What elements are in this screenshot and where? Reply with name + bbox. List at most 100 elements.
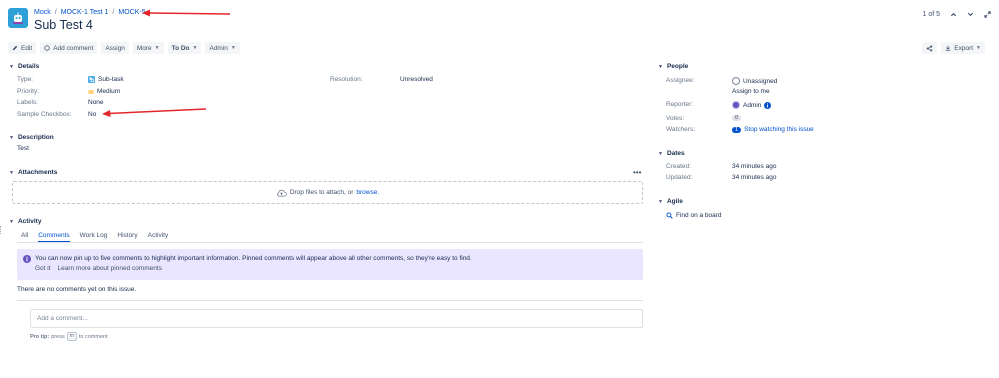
info-actions: Got it Learn more about pinned comments: [35, 265, 162, 272]
updated-label: Updated:: [666, 174, 693, 181]
breadcrumb-separator: /: [112, 9, 115, 16]
description-section-toggle[interactable]: ▼ Description: [9, 134, 54, 141]
activity-heading: Activity: [17, 218, 42, 225]
export-label: Export: [954, 44, 974, 52]
page-title[interactable]: Sub Test 4: [34, 18, 93, 32]
activity-section-toggle[interactable]: ▼ Activity: [9, 218, 41, 225]
browse-link[interactable]: browse.: [356, 189, 379, 196]
chevron-down-icon: ▼: [154, 45, 160, 51]
share-button[interactable]: [922, 42, 938, 54]
watchers-value[interactable]: 1 Stop watching this issue: [732, 126, 814, 133]
pro-tip-press: press: [51, 333, 65, 340]
attachments-section-toggle[interactable]: ▼ Attachments: [9, 169, 57, 176]
tab-activity[interactable]: Activity: [148, 232, 169, 242]
resolution-label: Resolution:: [330, 76, 363, 83]
description-heading: Description: [17, 134, 54, 141]
pinned-comments-info: You can now pin up to five comments to h…: [17, 249, 643, 280]
learn-more-link[interactable]: Learn more about pinned comments: [58, 265, 162, 272]
agile-section-toggle[interactable]: ▼ Agile: [658, 198, 683, 205]
assignee-value[interactable]: Unassigned: [732, 77, 777, 85]
share-icon: [926, 45, 933, 51]
cloud-upload-icon: [276, 189, 287, 196]
assign-to-me-link[interactable]: Assign to me: [732, 88, 770, 95]
more-options-icon[interactable]: •••: [633, 168, 641, 177]
add-comment-input[interactable]: Add a comment...: [30, 309, 643, 328]
people-heading: People: [666, 63, 689, 70]
breadcrumb-project-link[interactable]: Mock: [34, 9, 51, 16]
chevron-down-icon: ▼: [658, 150, 663, 157]
chevron-down-icon: ▼: [658, 63, 663, 70]
breadcrumb-parent-link[interactable]: MOCK-1 Test 1: [61, 9, 109, 16]
got-it-button[interactable]: Got it: [35, 265, 51, 272]
chevron-down-icon: ▼: [976, 45, 981, 51]
drop-text: Drop files to attach, or: [289, 189, 354, 196]
breadcrumb: Mock / MOCK-1 Test 1 / MOCK-5: [34, 9, 146, 16]
sample-checkbox-value[interactable]: No: [88, 111, 96, 118]
status-todo-button[interactable]: To Do ▼: [167, 42, 202, 54]
dates-section-toggle[interactable]: ▼ Dates: [658, 150, 685, 157]
comment-icon: [44, 45, 50, 51]
details-section-toggle[interactable]: ▼ Details: [9, 63, 39, 70]
chevron-down-icon[interactable]: [967, 11, 974, 18]
edit-button[interactable]: Edit: [8, 42, 37, 54]
type-value[interactable]: Sub-task: [88, 76, 124, 83]
subtask-icon: [88, 76, 95, 83]
tab-all[interactable]: All: [21, 232, 28, 242]
keyboard-key: m: [66, 332, 77, 341]
tab-history[interactable]: History: [117, 232, 137, 242]
assign-button[interactable]: Assign: [101, 42, 129, 54]
export-button[interactable]: Export ▼: [941, 42, 985, 54]
chevron-down-icon: ▼: [9, 63, 14, 70]
stop-watching-link[interactable]: Stop watching this issue: [744, 126, 814, 133]
votes-value[interactable]: 0: [732, 115, 742, 121]
comment-placeholder: Add a comment...: [37, 315, 88, 322]
divider: [17, 300, 643, 301]
created-label: Created:: [666, 163, 691, 170]
tab-work-log[interactable]: Work Log: [80, 232, 108, 242]
find-on-board-link[interactable]: Find on a board: [666, 212, 722, 219]
project-avatar-icon[interactable]: [8, 8, 28, 28]
labels-value[interactable]: None: [88, 99, 104, 106]
annotation-arrow: [142, 9, 231, 17]
dates-heading: Dates: [666, 150, 685, 157]
info-text: You can now pin up to five comments to h…: [35, 255, 472, 262]
description-text[interactable]: Test: [17, 145, 29, 152]
created-value: 34 minutes ago: [732, 163, 777, 170]
chevron-up-icon[interactable]: [950, 11, 957, 18]
watchers-count-badge: 1: [732, 126, 742, 133]
avatar: [732, 101, 740, 109]
info-icon: [23, 255, 31, 263]
breadcrumb-separator: /: [54, 9, 57, 16]
attachment-drop-zone[interactable]: Drop files to attach, or browse.: [12, 181, 643, 204]
details-heading: Details: [17, 63, 40, 70]
people-section-toggle[interactable]: ▼ People: [658, 63, 688, 70]
type-value-text: Sub-task: [98, 76, 124, 83]
pro-tip: Pro tip: press m to comment: [30, 332, 108, 341]
chevron-down-icon: ▼: [230, 45, 236, 51]
priority-value[interactable]: Medium: [88, 88, 120, 95]
tab-comments[interactable]: Comments: [38, 232, 70, 242]
votes-count-badge: 0: [732, 115, 742, 121]
issue-pager: 1 of 5: [922, 11, 991, 18]
more-button[interactable]: More ▼: [132, 42, 164, 54]
resolution-value: Unresolved: [400, 76, 433, 83]
toolbar-right: Export ▼: [922, 42, 985, 54]
robot-icon: [13, 12, 23, 24]
divider: [17, 242, 643, 243]
chevron-down-icon: ▼: [9, 218, 14, 225]
export-icon: [946, 45, 951, 51]
avatar: [732, 77, 740, 85]
resize-handle[interactable]: [0, 226, 2, 234]
no-comments-text: There are no comments yet on this issue.: [17, 286, 137, 293]
reporter-value[interactable]: Admin: [732, 101, 772, 109]
info-icon[interactable]: [764, 101, 772, 109]
priority-value-text: Medium: [97, 88, 121, 95]
updated-value: 34 minutes ago: [732, 174, 777, 181]
add-comment-button[interactable]: Add comment: [40, 42, 98, 54]
admin-button[interactable]: Admin ▼: [205, 42, 240, 54]
assign-label: Assign: [105, 44, 125, 52]
pager-text: 1 of 5: [922, 11, 940, 18]
expand-icon[interactable]: [984, 11, 991, 18]
chevron-down-icon: ▼: [192, 45, 198, 51]
watchers-label: Watchers:: [666, 126, 696, 133]
